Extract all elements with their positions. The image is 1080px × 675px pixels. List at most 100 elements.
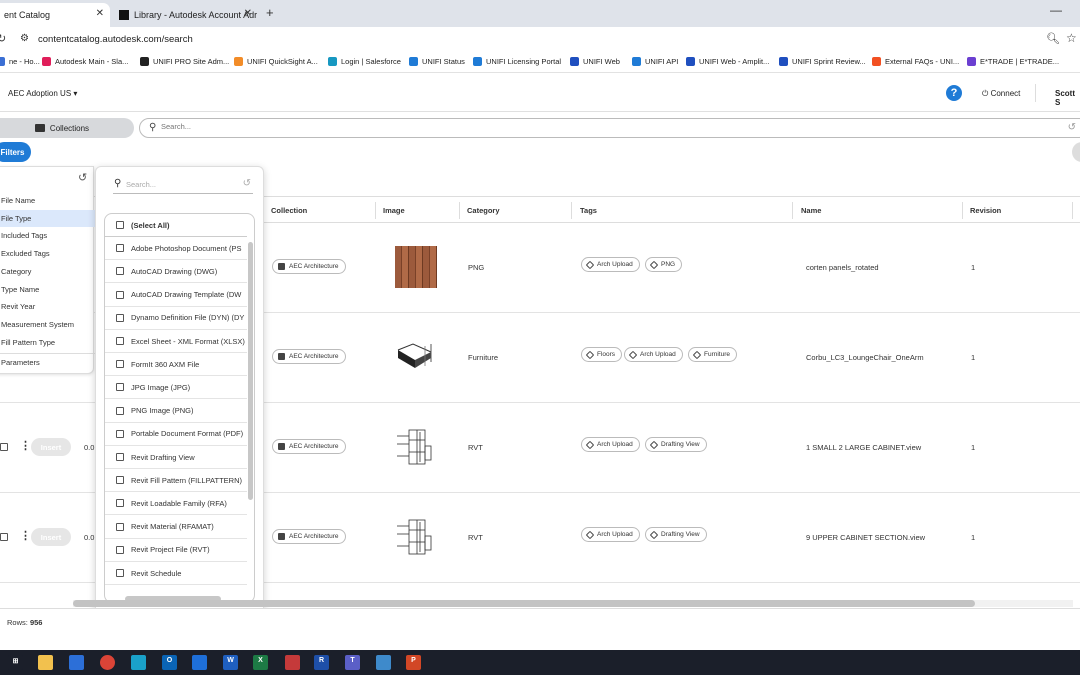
file-type-option[interactable]: Revit Drafting View: [105, 446, 247, 469]
settings-button[interactable]: [1072, 142, 1080, 162]
row-checkbox[interactable]: [0, 533, 8, 541]
name-cell[interactable]: 9 UPPER CABINET SECTION.view: [806, 533, 925, 542]
checkbox[interactable]: [116, 337, 124, 345]
zoom-icon[interactable]: 🔍︎: [1046, 32, 1060, 45]
bookmark-item[interactable]: Login | Salesforce: [328, 57, 401, 66]
tag-chip[interactable]: Drafting View: [645, 527, 707, 542]
powerpoint-icon[interactable]: P: [406, 655, 421, 670]
insert-button[interactable]: Insert: [31, 528, 71, 546]
checkbox[interactable]: [116, 360, 124, 369]
column-header-category[interactable]: Category: [467, 206, 500, 215]
bookmark-item[interactable]: E*TRADE | E*TRADE...: [967, 57, 1059, 66]
checkbox[interactable]: [116, 244, 124, 253]
checkbox[interactable]: [116, 499, 124, 508]
thumbnail-image[interactable]: [395, 426, 437, 468]
filter-item-measurement-system[interactable]: Measurement System: [0, 316, 95, 333]
file-type-option[interactable]: Revit Project File (RVT): [105, 539, 247, 562]
notes-icon[interactable]: [69, 655, 84, 670]
site-info-icon[interactable]: ⚙: [20, 33, 29, 44]
file-type-option[interactable]: Revit Material (RFAMAT): [105, 516, 247, 539]
tab-content-catalog[interactable]: ent Catalog ✕: [0, 3, 110, 27]
collections-button[interactable]: Collections: [0, 118, 134, 138]
tag-chip[interactable]: Furniture: [688, 347, 738, 362]
thumbnail-image[interactable]: [395, 516, 437, 558]
file-type-option[interactable]: Adobe Photoshop Document (PS: [105, 237, 247, 261]
more-options-icon[interactable]: ⋮: [20, 439, 31, 452]
bookmark-item[interactable]: External FAQs - UNI...: [872, 57, 959, 66]
revit-icon[interactable]: R: [314, 655, 329, 670]
file-type-option[interactable]: PNG Image (PNG): [105, 400, 247, 423]
checkbox[interactable]: [116, 290, 124, 299]
collection-chip[interactable]: AEC Architecture: [272, 259, 346, 274]
file-type-option[interactable]: Revit Schedule: [105, 562, 247, 585]
minimize-window-button[interactable]: —: [1050, 3, 1062, 17]
tag-chip[interactable]: Arch Upload: [581, 437, 640, 452]
file-type-option[interactable]: Revit Loadable Family (RFA): [105, 492, 247, 516]
row-checkbox[interactable]: [0, 443, 8, 451]
checkbox[interactable]: [116, 429, 124, 438]
bookmark-item[interactable]: UNIFI QuickSight A...: [234, 57, 318, 66]
file-type-option[interactable]: Excel Sheet - XML Format (XLSX): [105, 330, 247, 353]
close-tab-icon[interactable]: ✕: [244, 8, 252, 19]
reset-filters-icon[interactable]: ↺: [78, 171, 87, 184]
file-type-option[interactable]: Portable Document Format (PDF): [105, 423, 247, 446]
history-icon[interactable]: ↺: [243, 178, 251, 189]
file-type-option[interactable]: JPG Image (JPG): [105, 376, 247, 400]
file-type-option[interactable]: FormIt 360 AXM File: [105, 353, 247, 377]
checkbox[interactable]: [116, 569, 124, 577]
account-selector[interactable]: AEC Adoption US ▾: [8, 89, 77, 98]
help-icon[interactable]: ?: [946, 85, 962, 101]
filters-button[interactable]: Filters: [0, 142, 31, 162]
bookmark-item[interactable]: UNIFI API: [632, 57, 678, 66]
outlook-icon[interactable]: O: [162, 655, 177, 670]
snipping-icon[interactable]: [285, 655, 300, 670]
column-header-image[interactable]: Image: [383, 206, 405, 215]
thumbnail-image[interactable]: [395, 246, 437, 288]
dropdown-search[interactable]: ⚲ Search... ↺: [113, 176, 253, 194]
dynamo-icon[interactable]: [376, 655, 391, 670]
close-tab-icon[interactable]: ✕: [96, 8, 104, 19]
edge-icon[interactable]: [131, 655, 146, 670]
file-explorer-icon[interactable]: [38, 655, 53, 670]
more-options-icon[interactable]: ⋮: [20, 529, 31, 542]
connect-button[interactable]: ⏻ Connect: [982, 89, 1020, 99]
column-header-tags[interactable]: Tags: [580, 206, 597, 215]
search-input[interactable]: [161, 122, 1041, 131]
task-view-icon[interactable]: ⊞: [8, 655, 23, 670]
dropdown-search-input[interactable]: Search...: [126, 180, 156, 189]
bookmark-item[interactable]: UNIFI Status: [409, 57, 465, 66]
checkbox[interactable]: [116, 545, 124, 554]
user-name[interactable]: Scott S: [1055, 89, 1080, 107]
bookmark-item[interactable]: UNIFI Web: [570, 57, 620, 66]
tag-chip[interactable]: Arch Upload: [581, 527, 640, 542]
checkbox[interactable]: [116, 383, 124, 392]
bookmark-item[interactable]: UNIFI Sprint Review...: [779, 57, 866, 66]
bookmark-item[interactable]: UNIFI PRO Site Adm...: [140, 57, 229, 66]
column-header-name[interactable]: Name: [801, 206, 821, 215]
collection-chip[interactable]: AEC Architecture: [272, 349, 346, 364]
file-type-option[interactable]: AutoCAD Drawing (DWG): [105, 260, 247, 284]
tag-chip[interactable]: Arch Upload: [581, 257, 640, 272]
thumbnail-image[interactable]: [395, 336, 437, 378]
filter-item-parameters[interactable]: Parameters: [0, 353, 95, 371]
checkbox[interactable]: [116, 221, 124, 229]
checkbox[interactable]: [116, 313, 124, 322]
select-all-option[interactable]: (Select All): [105, 214, 247, 237]
file-type-option[interactable]: AutoCAD Drawing Template (DW: [105, 284, 247, 307]
filter-item-file-name[interactable]: File Name: [0, 192, 95, 209]
checkbox[interactable]: [116, 476, 124, 485]
filter-item-included-tags[interactable]: Included Tags: [0, 227, 95, 244]
tag-chip[interactable]: Floors: [581, 347, 623, 362]
vertical-scrollbar[interactable]: [248, 242, 253, 500]
excel-icon[interactable]: X: [253, 655, 268, 670]
tag-chip[interactable]: Drafting View: [645, 437, 707, 452]
tab-library[interactable]: Library - Autodesk Account Adr ✕: [113, 3, 258, 27]
checkbox[interactable]: [116, 522, 124, 531]
checkbox[interactable]: [116, 267, 124, 276]
bookmark-item[interactable]: UNIFI Licensing Portal: [473, 57, 561, 66]
column-header-revision[interactable]: Revision: [970, 206, 1001, 215]
column-header-collection[interactable]: Collection: [271, 206, 307, 215]
filter-item-excluded-tags[interactable]: Excluded Tags: [0, 245, 95, 262]
table-horizontal-scrollbar[interactable]: [73, 600, 975, 607]
name-cell[interactable]: Corbu_LC3_LoungeChair_OneArm: [806, 353, 924, 362]
